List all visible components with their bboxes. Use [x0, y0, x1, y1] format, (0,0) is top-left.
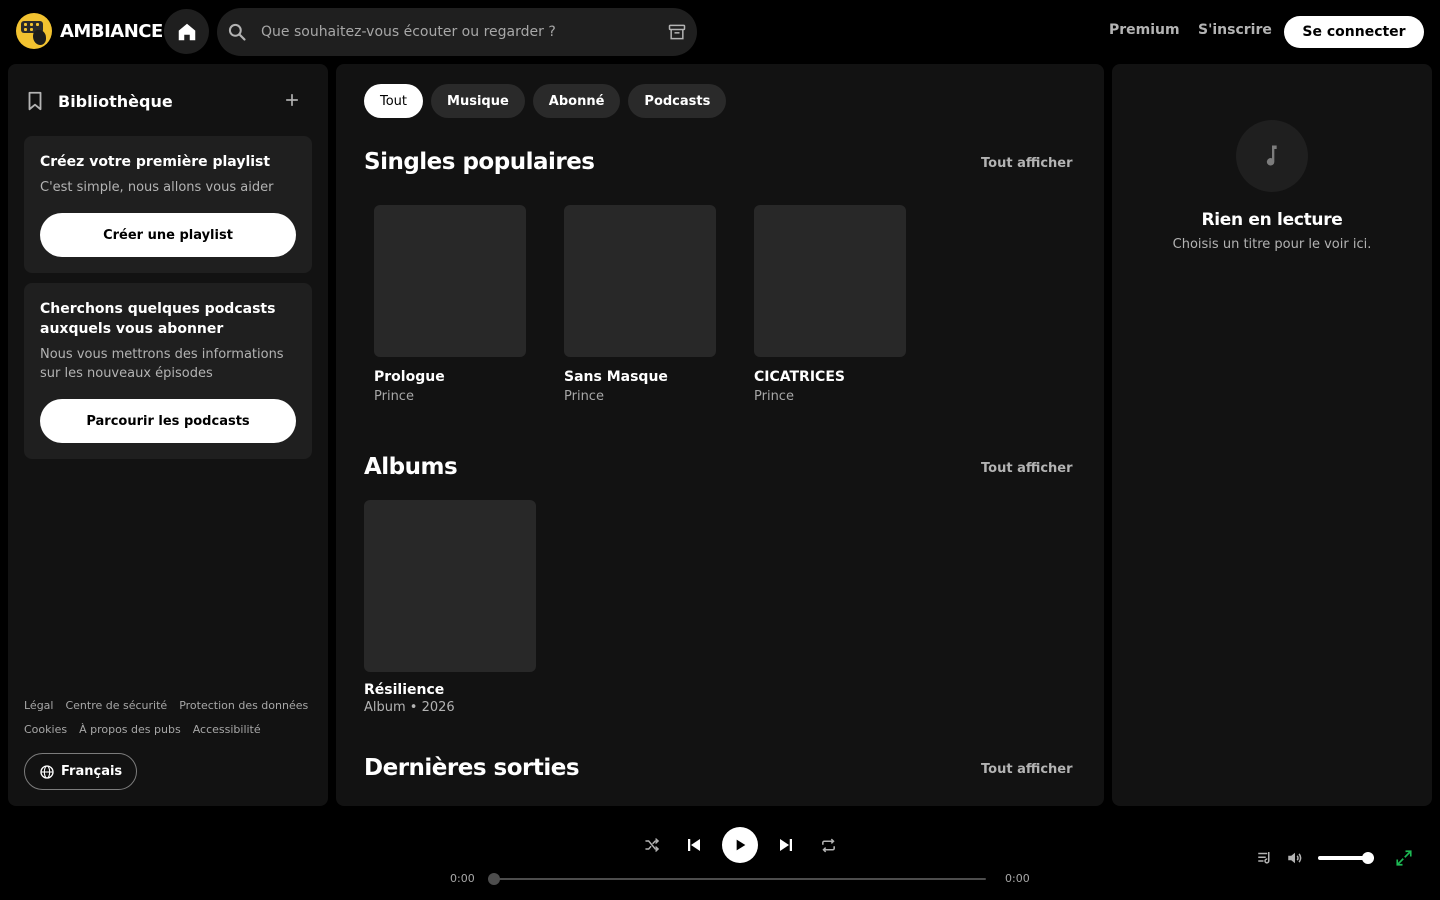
show-all-latest-link[interactable]: Tout afficher	[981, 762, 1073, 777]
filter-chip-all[interactable]: Tout	[364, 84, 424, 118]
previous-button[interactable]	[683, 834, 705, 856]
single-title: Sans Masque	[564, 369, 668, 385]
filter-chip-music[interactable]: Musique	[431, 84, 525, 118]
section-title-latest[interactable]: Dernières sorties	[364, 755, 580, 781]
card-title: Cherchons quelques podcasts auxquels vou…	[40, 301, 276, 337]
browse-podcasts-card: Cherchons quelques podcasts auxquels vou…	[24, 283, 312, 459]
create-playlist-button[interactable]: Créer une playlist	[40, 213, 296, 257]
next-icon	[780, 839, 792, 851]
cover-art	[754, 205, 906, 357]
brand-logo[interactable]: AMBIANCE	[16, 13, 163, 49]
language-button[interactable]: Français	[24, 753, 138, 790]
volume-icon[interactable]	[1286, 849, 1304, 867]
shuffle-icon	[645, 838, 660, 852]
privacy-link[interactable]: Protection des données	[179, 698, 308, 714]
cover-art	[364, 500, 536, 672]
cookies-link[interactable]: Cookies	[24, 722, 67, 738]
player-bar: 0:00 0:00	[0, 812, 1440, 900]
browse-podcasts-button[interactable]: Parcourir les podcasts	[40, 399, 296, 443]
premium-link[interactable]: Premium	[1109, 22, 1180, 38]
now-playing-panel: Rien en lecture Choisis un titre pour le…	[1112, 64, 1432, 806]
home-button[interactable]	[164, 9, 209, 54]
main-content: Tout Musique Abonné Podcasts Singles pop…	[336, 64, 1104, 806]
single-artist[interactable]: Prince	[754, 389, 906, 404]
next-button[interactable]	[775, 834, 797, 856]
library-title: Bibliothèque	[58, 91, 173, 111]
single-artist[interactable]: Prince	[374, 389, 526, 404]
search-bar[interactable]	[217, 8, 697, 56]
search-icon	[228, 23, 246, 41]
card-text: Nous vous mettrons des informations sur …	[40, 347, 284, 381]
home-icon	[178, 23, 195, 40]
repeat-icon	[821, 838, 835, 852]
browse-icon[interactable]	[667, 22, 687, 42]
play-icon	[736, 839, 746, 851]
globe-icon	[40, 764, 54, 779]
signup-link[interactable]: S'inscrire	[1198, 22, 1272, 38]
now-playing-subtitle: Choisis un titre pour le voir ici.	[1172, 237, 1372, 252]
single-artist[interactable]: Prince	[564, 389, 716, 404]
top-bar: AMBIANCE Premium S'inscrire Se connecter	[0, 0, 1440, 64]
single-title: CICATRICES	[754, 369, 845, 385]
single-card[interactable]: Sans Masque Prince	[564, 205, 716, 404]
filter-chips: Tout Musique Abonné Podcasts	[364, 84, 727, 118]
repeat-button[interactable]	[817, 834, 839, 856]
search-input[interactable]	[261, 8, 651, 56]
elapsed-time: 0:00	[450, 872, 475, 885]
section-title-singles[interactable]: Singles populaires	[364, 149, 595, 175]
create-playlist-card: Créez votre première playlist C'est simp…	[24, 136, 312, 273]
legal-links: Légal Centre de sécurité Protection des …	[24, 698, 320, 738]
section-title-albums[interactable]: Albums	[364, 454, 458, 480]
progress-bar[interactable]	[488, 873, 986, 885]
accessibility-link[interactable]: Accessibilité	[193, 722, 261, 738]
volume-slider[interactable]	[1318, 852, 1375, 864]
music-note-icon	[1266, 145, 1277, 166]
legal-link[interactable]: Légal	[24, 698, 53, 714]
plus-icon[interactable]	[282, 90, 302, 110]
bookmark-icon	[28, 91, 42, 111]
cover-art	[564, 205, 716, 357]
duration-time: 0:00	[1005, 872, 1030, 885]
now-playing-title: Rien en lecture	[1201, 210, 1343, 230]
brand-name: AMBIANCE	[60, 20, 163, 42]
previous-icon	[688, 839, 700, 851]
filter-chip-following[interactable]: Abonné	[532, 84, 621, 118]
library-sidebar: Bibliothèque Créez votre première playli…	[8, 64, 328, 806]
play-button[interactable]	[722, 827, 758, 863]
single-card[interactable]: CICATRICES Prince	[754, 205, 906, 404]
queue-icon[interactable]	[1256, 849, 1274, 867]
single-title: Prologue	[374, 369, 445, 385]
language-label: Français	[61, 764, 123, 779]
safety-center-link[interactable]: Centre de sécurité	[65, 698, 167, 714]
volume-handle[interactable]	[1362, 852, 1375, 864]
single-card[interactable]: Prologue Prince	[374, 205, 526, 404]
shuffle-button[interactable]	[641, 834, 663, 856]
show-all-singles-link[interactable]: Tout afficher	[981, 156, 1073, 171]
now-playing-placeholder	[1236, 120, 1308, 192]
expand-icon[interactable]	[1395, 849, 1413, 867]
card-text: C'est simple, nous allons vous aider	[40, 180, 274, 195]
progress-handle[interactable]	[488, 873, 500, 885]
album-meta: Album • 2026	[364, 700, 455, 715]
album-card[interactable]: Résilience Album • 2026	[364, 500, 536, 715]
library-header[interactable]: Bibliothèque	[24, 90, 173, 112]
show-all-albums-link[interactable]: Tout afficher	[981, 461, 1073, 476]
logo-icon	[16, 13, 52, 49]
about-ads-link[interactable]: À propos des pubs	[79, 722, 181, 738]
cover-art	[374, 205, 526, 357]
login-button[interactable]: Se connecter	[1284, 16, 1424, 48]
filter-chip-podcasts[interactable]: Podcasts	[628, 84, 727, 118]
album-title: Résilience	[364, 682, 445, 698]
card-title: Créez votre première playlist	[40, 154, 271, 170]
